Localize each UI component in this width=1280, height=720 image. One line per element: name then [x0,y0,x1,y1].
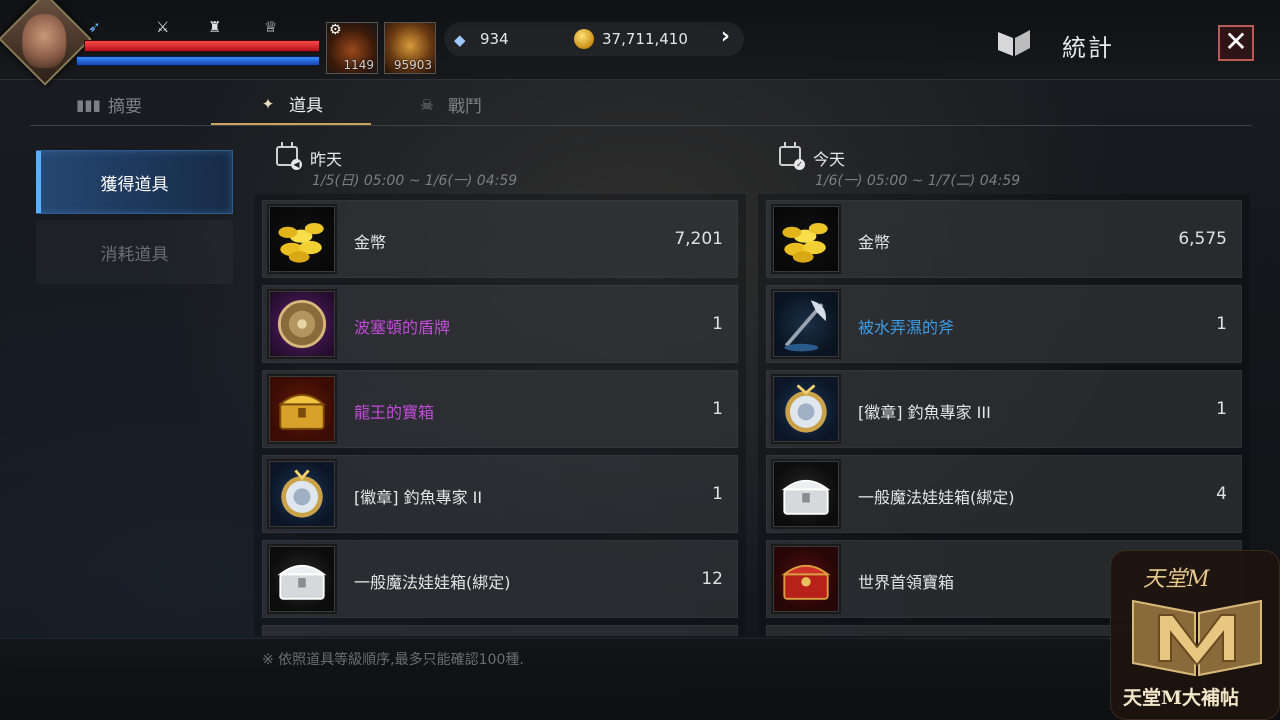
wing-icon[interactable]: ➶ [88,18,101,36]
close-button[interactable]: ✕ [1218,25,1254,61]
item-quantity: 1 [712,399,723,419]
item-name: [徽章] 釣魚專家 III [858,403,991,422]
item-submenu: 獲得道具 消耗道具 [36,150,233,290]
page-title: 統計 [1062,34,1114,62]
gold-count: 37,711,410 [602,30,688,48]
list-item[interactable]: [徽章] 釣魚專家 III 1 [766,370,1242,448]
item-name: 被水弄濕的斧 [858,318,955,337]
submenu-label: 消耗道具 [100,244,169,265]
item-name: 世界首領寶箱 [858,573,955,592]
chevron-right-icon[interactable]: › [721,24,730,49]
list-item[interactable]: 金幣 7,201 [262,200,738,278]
submenu-label: 獲得道具 [100,174,169,195]
submenu-acquired-items[interactable]: 獲得道具 [36,150,233,214]
tab-label: 道具 [289,96,323,116]
slot-count: 1149 [343,58,374,72]
submenu-consumed-items[interactable]: 消耗道具 [36,220,233,284]
item-quantity: 1 [712,314,723,334]
book-emblem-icon [998,30,1030,56]
item-quantity: 1 [1216,399,1227,419]
list-item[interactable]: 一般魔法娃娃箱(綁定) 4 [766,455,1242,533]
bar-chart-icon: ▮▮▮ [76,95,101,114]
gold-coins-icon [771,204,841,274]
watermark-logo: 天堂M 天堂M大補帖 [1110,550,1280,720]
tab-label: 戰鬥 [448,97,482,117]
list-item[interactable]: 一般魔法娃娃箱(綁定) 12 [262,540,738,618]
list-item[interactable]: [徽章] 釣魚專家 II 1 [262,455,738,533]
diamond-icon: ◆ [454,31,466,49]
gear-icon[interactable]: ⚙ [329,22,342,38]
date-range: 1/5(日) 05:00 ~ 1/6(一) 04:59 [312,173,518,189]
quick-slot-leaf[interactable]: 95903 [384,22,436,74]
item-quantity: 6,575 [1178,229,1227,249]
item-name: 龍王的寶箱 [354,403,435,422]
footer-bar: ※ 依照道具等級順序,最多只能確認100種. [0,638,1280,720]
book-logo-icon [1132,599,1262,677]
item-quantity: 7,201 [674,229,723,249]
trophy-icon[interactable]: ♕ [264,18,277,36]
item-name: 一般魔法娃娃箱(綁定) [858,488,1015,507]
watermark-caption: 天堂M大補帖 [1123,687,1240,709]
item-quantity: 4 [1216,484,1227,504]
currency-bar: ◆ 934 37,711,410 › [444,22,744,56]
axe-icon [771,289,841,359]
day-label: 昨天 [310,150,343,169]
yesterday-item-list[interactable]: 金幣 7,201 波塞頓的盾牌 1 龍王的寶箱 1 [徽章] 釣魚專家 II 1 [254,194,746,636]
helmet-icon[interactable]: ♜ [208,18,221,36]
date-range: 1/6(一) 05:00 ~ 1/7(二) 04:59 [815,173,1021,189]
item-quantity: 12 [701,569,723,589]
tab-summary[interactable]: ▮▮▮ 摘要 [30,84,190,125]
day-label: 今天 [813,150,846,169]
calendar-check-icon: ✓ [779,142,805,170]
top-status-bar: ➶ ⚔ ♜ ♕ ⚙ 1149 95903 ◆ 934 37,711,410 › … [0,0,1280,86]
watermark-title: 天堂M [1143,567,1210,592]
quick-slot-potion[interactable]: ⚙ 1149 [326,22,378,74]
list-item[interactable]: 金幣 6,575 [766,200,1242,278]
item-quantity: 1 [1216,314,1227,334]
red-chest-icon [771,544,841,614]
item-bag-icon: ✦ [261,94,275,113]
item-name: 波塞頓的盾牌 [354,318,451,337]
footer-note: ※ 依照道具等級順序,最多只能確認100種. [262,652,524,668]
hp-bar [84,40,320,52]
silver-chest-icon [267,544,337,614]
silver-chest-icon [771,459,841,529]
item-name: [徽章] 釣魚專家 II [354,488,483,507]
gold-coin-icon [574,29,594,49]
list-item-partial[interactable] [262,625,738,636]
avatar-portrait [22,14,67,69]
skull-swords-icon: ☠ [420,95,434,114]
tab-label: 摘要 [108,97,142,117]
badge-medal-icon [267,459,337,529]
list-item[interactable]: 波塞頓的盾牌 1 [262,285,738,363]
tab-combat[interactable]: ☠ 戰鬥 [370,84,530,125]
mp-bar [76,56,320,66]
tab-items[interactable]: ✦ 道具 [211,84,371,125]
list-item[interactable]: 被水弄濕的斧 1 [766,285,1242,363]
item-name: 金幣 [354,233,387,252]
status-icon-row: ➶ ⚔ ♜ ♕ [88,18,318,38]
badge-medal-icon [771,374,841,444]
diamond-count: 934 [480,30,509,48]
crossed-swords-icon[interactable]: ⚔ [156,18,169,36]
item-name: 金幣 [858,233,891,252]
tab-bar: ▮▮▮ 摘要 ✦ 道具 ☠ 戰鬥 [30,84,1252,126]
gold-chest-icon [267,374,337,444]
list-item[interactable]: 龍王的寶箱 1 [262,370,738,448]
item-quantity: 1 [712,484,723,504]
gold-coins-icon [267,204,337,274]
slot-count: 95903 [393,58,432,72]
calendar-icon: ◀ [276,142,302,170]
shield-icon [267,289,337,359]
item-name: 一般魔法娃娃箱(綁定) [354,573,511,592]
character-avatar[interactable] [0,0,92,86]
